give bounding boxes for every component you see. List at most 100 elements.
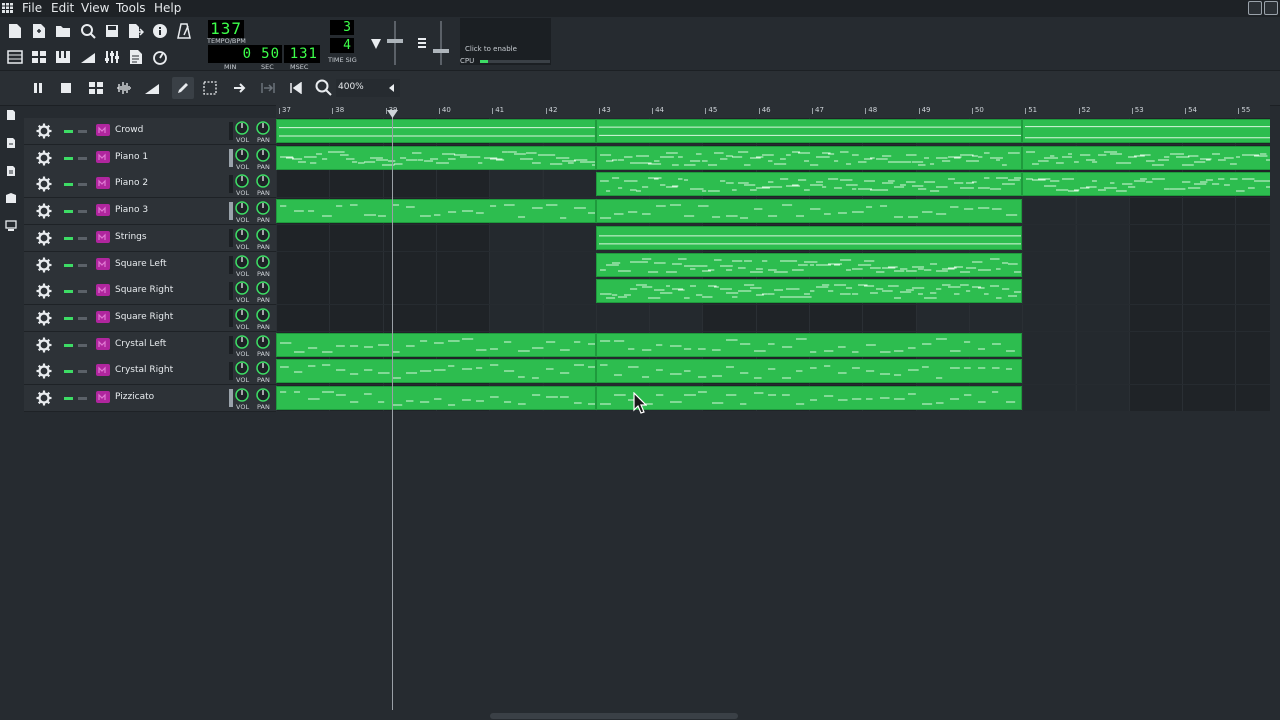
- pattern-clip[interactable]: [1022, 145, 1270, 170]
- piano-roll-button[interactable]: [53, 47, 73, 67]
- volume-knob[interactable]: [235, 147, 249, 162]
- pattern-clip[interactable]: [276, 386, 596, 410]
- pattern-clip[interactable]: [276, 145, 596, 170]
- mute-toggle[interactable]: [64, 210, 73, 214]
- timeline-ruler[interactable]: 37383940414243444546474849505152535455: [276, 104, 1270, 118]
- track-name[interactable]: Pizzicato: [115, 392, 154, 402]
- timesig-denominator[interactable]: 4: [330, 38, 354, 53]
- track-name[interactable]: Square Right: [115, 285, 173, 295]
- cpu-graph[interactable]: Click to enable CPU: [460, 18, 551, 65]
- presets-browser-icon[interactable]: [6, 165, 16, 177]
- menu-tools[interactable]: Tools: [116, 1, 146, 15]
- open-project-button[interactable]: [53, 21, 73, 41]
- add-automation-track-button[interactable]: [142, 78, 162, 98]
- pattern-clip[interactable]: [595, 279, 1023, 304]
- volume-knob[interactable]: [235, 201, 249, 215]
- volume-knob[interactable]: [235, 281, 249, 295]
- solo-toggle[interactable]: [78, 397, 87, 400]
- track-name[interactable]: Square Left: [115, 259, 166, 269]
- projects-browser-icon[interactable]: [6, 109, 16, 121]
- pattern-clip[interactable]: [276, 359, 596, 384]
- pattern-clip[interactable]: [595, 386, 1023, 410]
- mute-toggle[interactable]: [64, 290, 73, 294]
- pattern-clip[interactable]: [276, 119, 596, 143]
- add-beat-track-button[interactable]: [86, 78, 106, 98]
- track-row[interactable]: Pizzicato VOL PAN: [24, 385, 276, 412]
- mute-toggle[interactable]: [64, 130, 73, 133]
- restore-window-button[interactable]: [1248, 1, 1262, 15]
- pattern-grid[interactable]: [276, 118, 1270, 411]
- gear-icon[interactable]: [36, 203, 52, 219]
- pattern-clip[interactable]: [595, 145, 1023, 170]
- edit-mode-button[interactable]: [200, 78, 220, 98]
- volume-knob[interactable]: [235, 228, 249, 242]
- menu-file[interactable]: File: [22, 1, 42, 15]
- solo-toggle[interactable]: [78, 183, 87, 187]
- pattern-clip[interactable]: [595, 252, 1023, 277]
- track-row[interactable]: Piano 2 VOL PAN: [24, 171, 276, 199]
- track-row[interactable]: Square Right VOL PAN: [24, 278, 276, 306]
- pan-knob[interactable]: [256, 361, 270, 376]
- gear-icon[interactable]: [36, 337, 52, 353]
- volume-knob[interactable]: [235, 388, 249, 402]
- pan-knob[interactable]: [256, 174, 270, 189]
- mute-toggle[interactable]: [64, 156, 73, 160]
- volume-knob[interactable]: [235, 308, 249, 322]
- automation-editor-button[interactable]: [78, 47, 98, 67]
- pan-knob[interactable]: [256, 228, 270, 242]
- stop-button[interactable]: [56, 78, 76, 98]
- mute-toggle[interactable]: [64, 263, 73, 267]
- pattern-clip[interactable]: [276, 199, 596, 224]
- track-name[interactable]: Piano 2: [115, 178, 148, 188]
- track-row[interactable]: Piano 3 VOL PAN: [24, 198, 276, 226]
- track-name[interactable]: Crowd: [115, 125, 143, 135]
- computer-browser-icon[interactable]: [5, 220, 17, 232]
- gear-icon[interactable]: [36, 310, 52, 326]
- app-menu-icon[interactable]: [2, 3, 13, 13]
- gear-icon[interactable]: [36, 257, 52, 273]
- track-name[interactable]: Strings: [115, 232, 147, 242]
- pan-knob[interactable]: [256, 281, 270, 295]
- track-row[interactable]: Square Right VOL PAN: [24, 304, 276, 332]
- auto-scroll-button[interactable]: [230, 78, 250, 98]
- gear-icon[interactable]: [36, 390, 52, 406]
- solo-toggle[interactable]: [78, 156, 87, 160]
- tempo-display[interactable]: 137: [208, 20, 244, 38]
- volume-knob[interactable]: [235, 254, 249, 269]
- volume-knob[interactable]: [235, 361, 249, 376]
- pattern-clip[interactable]: [595, 225, 1023, 250]
- track-name[interactable]: Piano 3: [115, 205, 148, 215]
- mute-toggle[interactable]: [64, 183, 73, 187]
- track-name[interactable]: Crystal Left: [115, 339, 166, 349]
- master-volume-slider[interactable]: [387, 21, 403, 65]
- menu-help[interactable]: Help: [154, 1, 181, 15]
- volume-knob[interactable]: [235, 334, 249, 349]
- loop-points-button[interactable]: [258, 78, 278, 98]
- pattern-clip[interactable]: [595, 172, 1023, 197]
- mute-toggle[interactable]: [64, 316, 73, 320]
- metronome-button[interactable]: [174, 21, 194, 41]
- export-project-button[interactable]: [126, 21, 146, 41]
- track-row[interactable]: Crowd VOL PAN: [24, 118, 276, 145]
- track-row[interactable]: Crystal Right VOL PAN: [24, 358, 276, 386]
- new-project-button[interactable]: [5, 21, 25, 41]
- gear-icon[interactable]: [36, 363, 52, 379]
- horizontal-scrollbar[interactable]: [490, 713, 738, 719]
- pan-knob[interactable]: [256, 121, 270, 135]
- timesig-numerator[interactable]: 3: [330, 20, 354, 35]
- gear-icon[interactable]: [36, 176, 52, 192]
- save-project-button[interactable]: [102, 21, 122, 41]
- track-row[interactable]: Crystal Left VOL PAN: [24, 331, 276, 359]
- pan-knob[interactable]: [256, 254, 270, 269]
- playhead-marker[interactable]: [387, 110, 398, 118]
- add-sample-track-button[interactable]: [114, 78, 134, 98]
- gear-icon[interactable]: [36, 150, 52, 166]
- mixer-button[interactable]: [102, 47, 122, 67]
- project-notes-button[interactable]: [126, 47, 146, 67]
- beat-bassline-button[interactable]: [29, 47, 49, 67]
- pan-knob[interactable]: [256, 201, 270, 215]
- recent-projects-button[interactable]: [78, 21, 98, 41]
- solo-toggle[interactable]: [78, 290, 87, 294]
- grid-row[interactable]: [276, 304, 1270, 331]
- solo-toggle[interactable]: [78, 263, 87, 267]
